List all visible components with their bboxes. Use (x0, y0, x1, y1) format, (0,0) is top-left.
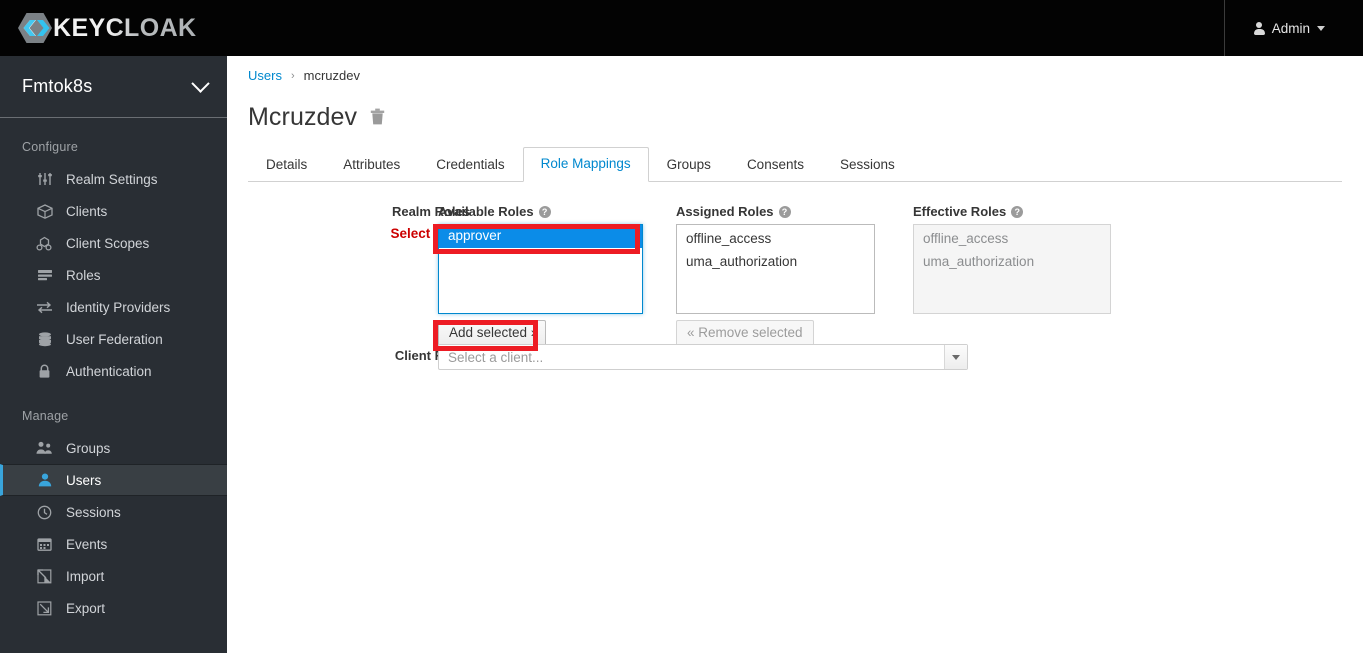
header-divider (1223, 0, 1225, 56)
nav-group-title-configure: Configure (22, 140, 78, 154)
brand[interactable]: KEYCLOAK (0, 0, 196, 56)
assigned-roles-listbox[interactable]: offline_access uma_authorization (676, 224, 875, 314)
cube-icon (36, 203, 53, 219)
user-icon (36, 473, 53, 488)
sidebar-item-label: Groups (66, 440, 111, 456)
admin-menu-label: Admin (1271, 20, 1310, 36)
nav-group-title-manage: Manage (22, 409, 69, 423)
page-title-row: Mcruzdev (227, 83, 1363, 132)
assigned-roles-column: Assigned Roles ? offline_access uma_auth… (676, 204, 875, 347)
trash-icon[interactable] (370, 108, 385, 128)
sidebar-item-users[interactable]: Users (0, 464, 227, 496)
users-group-icon (36, 441, 53, 456)
effective-roles-column: Effective Roles ? offline_access uma_aut… (913, 204, 1111, 314)
database-icon (36, 331, 53, 347)
page-title: Mcruzdev (248, 103, 358, 131)
tab-credentials[interactable]: Credentials (418, 148, 522, 182)
sidebar-item-label: Import (66, 568, 105, 584)
list-bars-icon (36, 268, 53, 283)
breadcrumb-users-link[interactable]: Users (248, 68, 282, 83)
effective-roles-listbox: offline_access uma_authorization (913, 224, 1111, 314)
realm-name: Fmtok8s (22, 76, 93, 96)
sidebar-item-label: User Federation (66, 331, 163, 347)
brand-text: KEYCLOAK (53, 13, 197, 42)
sidebar-item-roles[interactable]: Roles (0, 259, 227, 291)
breadcrumb-current: mcruzdev (303, 68, 360, 83)
breadcrumb-separator-icon: › (290, 69, 295, 82)
calendar-icon (36, 537, 53, 552)
assigned-roles-actions: « Remove selected (676, 320, 875, 347)
main-content: Users › mcruzdev Mcruzdev Details Attrib… (227, 56, 1363, 653)
help-circle-icon[interactable]: ? (538, 205, 551, 218)
available-roles-listbox[interactable]: approver (438, 224, 643, 314)
sidebar-item-clients[interactable]: Clients (0, 195, 227, 227)
realm-selector[interactable]: Fmtok8s (0, 56, 227, 118)
sidebar-item-label: Authentication (66, 363, 152, 379)
keycloak-hexagon-logo (18, 12, 52, 44)
tab-attributes[interactable]: Attributes (325, 148, 418, 182)
sidebar-item-realm-settings[interactable]: Realm Settings (0, 163, 227, 195)
sidebar-item-label: Events (66, 536, 108, 552)
sidebar-item-sessions[interactable]: Sessions (0, 496, 227, 528)
help-circle-icon[interactable]: ? (778, 205, 791, 218)
user-icon (1253, 21, 1265, 35)
admin-menu-button[interactable]: Admin (1224, 0, 1341, 56)
client-select[interactable]: Select a client... (438, 344, 968, 370)
lock-icon (36, 364, 53, 379)
breadcrumb: Users › mcruzdev (227, 56, 1363, 83)
sidebar-item-groups[interactable]: Groups (0, 432, 227, 464)
sidebar-item-label: Identity Providers (66, 299, 171, 315)
sliders-icon (36, 172, 53, 187)
sidebar-item-label: Export (66, 600, 106, 616)
sidebar-item-client-scopes[interactable]: Client Scopes (0, 227, 227, 259)
clock-icon (36, 505, 53, 520)
import-arrow-icon (36, 568, 53, 584)
sidebar-item-authentication[interactable]: Authentication (0, 355, 227, 387)
effective-role-uma-authorization: uma_authorization (923, 254, 1035, 269)
add-selected-button[interactable]: Add selected › (438, 320, 547, 347)
help-circle-icon[interactable]: ? (1011, 205, 1024, 218)
sidebar-item-user-federation[interactable]: User Federation (0, 323, 227, 355)
effective-roles-heading-label: Effective Roles (913, 204, 1007, 219)
effective-roles-heading: Effective Roles ? (913, 204, 1111, 219)
sidebar-item-label: Clients (66, 203, 108, 219)
available-roles-heading: Available Roles ? (438, 204, 643, 219)
sidebar-item-import[interactable]: Import (0, 560, 227, 592)
remove-selected-button[interactable]: « Remove selected (676, 320, 814, 347)
molecule-icon (36, 236, 53, 251)
available-roles-actions: Add selected › (438, 320, 643, 347)
client-select-placeholder: Select a client... (448, 349, 544, 365)
role-mappings-form: Realm Roles Select a role Available Role… (227, 182, 1363, 370)
sidebar-item-label: Roles (66, 267, 101, 283)
sidebar-item-label: Users (66, 472, 102, 488)
chevron-down-icon (191, 74, 210, 93)
sidebar-item-label: Sessions (66, 504, 121, 520)
sidebar-item-events[interactable]: Events (0, 528, 227, 560)
tab-consents[interactable]: Consents (729, 148, 822, 182)
tab-role-mappings[interactable]: Role Mappings (522, 147, 649, 182)
available-roles-column: Available Roles ? approver Add selected … (438, 204, 643, 347)
chevron-down-icon (1317, 25, 1325, 31)
available-roles-heading-label: Available Roles (438, 204, 534, 219)
assigned-roles-heading-label: Assigned Roles (676, 204, 774, 219)
effective-role-offline-access: offline_access (923, 231, 1009, 246)
sidebar-item-identity-providers[interactable]: Identity Providers (0, 291, 227, 323)
assigned-role-offline-access[interactable]: offline_access (677, 228, 874, 251)
tab-groups[interactable]: Groups (649, 148, 729, 182)
available-role-approver[interactable]: approver (439, 225, 642, 248)
sidebar: Fmtok8s Configure Realm Settings Clients (0, 56, 227, 653)
assigned-role-uma-authorization[interactable]: uma_authorization (677, 251, 874, 274)
top-header: KEYCLOAK Admin (0, 0, 1363, 56)
header-right: Admin (1223, 0, 1363, 56)
tab-sessions[interactable]: Sessions (822, 148, 913, 182)
assigned-roles-heading: Assigned Roles ? (676, 204, 875, 219)
tab-details[interactable]: Details (248, 148, 325, 182)
sidebar-item-label: Realm Settings (66, 171, 158, 187)
export-arrow-icon (36, 600, 53, 616)
caret-down-icon[interactable] (944, 345, 967, 369)
sidebar-item-export[interactable]: Export (0, 592, 227, 624)
sidebar-item-label: Client Scopes (66, 235, 150, 251)
exchange-arrows-icon (36, 300, 53, 315)
tab-bar: Details Attributes Credentials Role Mapp… (248, 147, 1342, 182)
